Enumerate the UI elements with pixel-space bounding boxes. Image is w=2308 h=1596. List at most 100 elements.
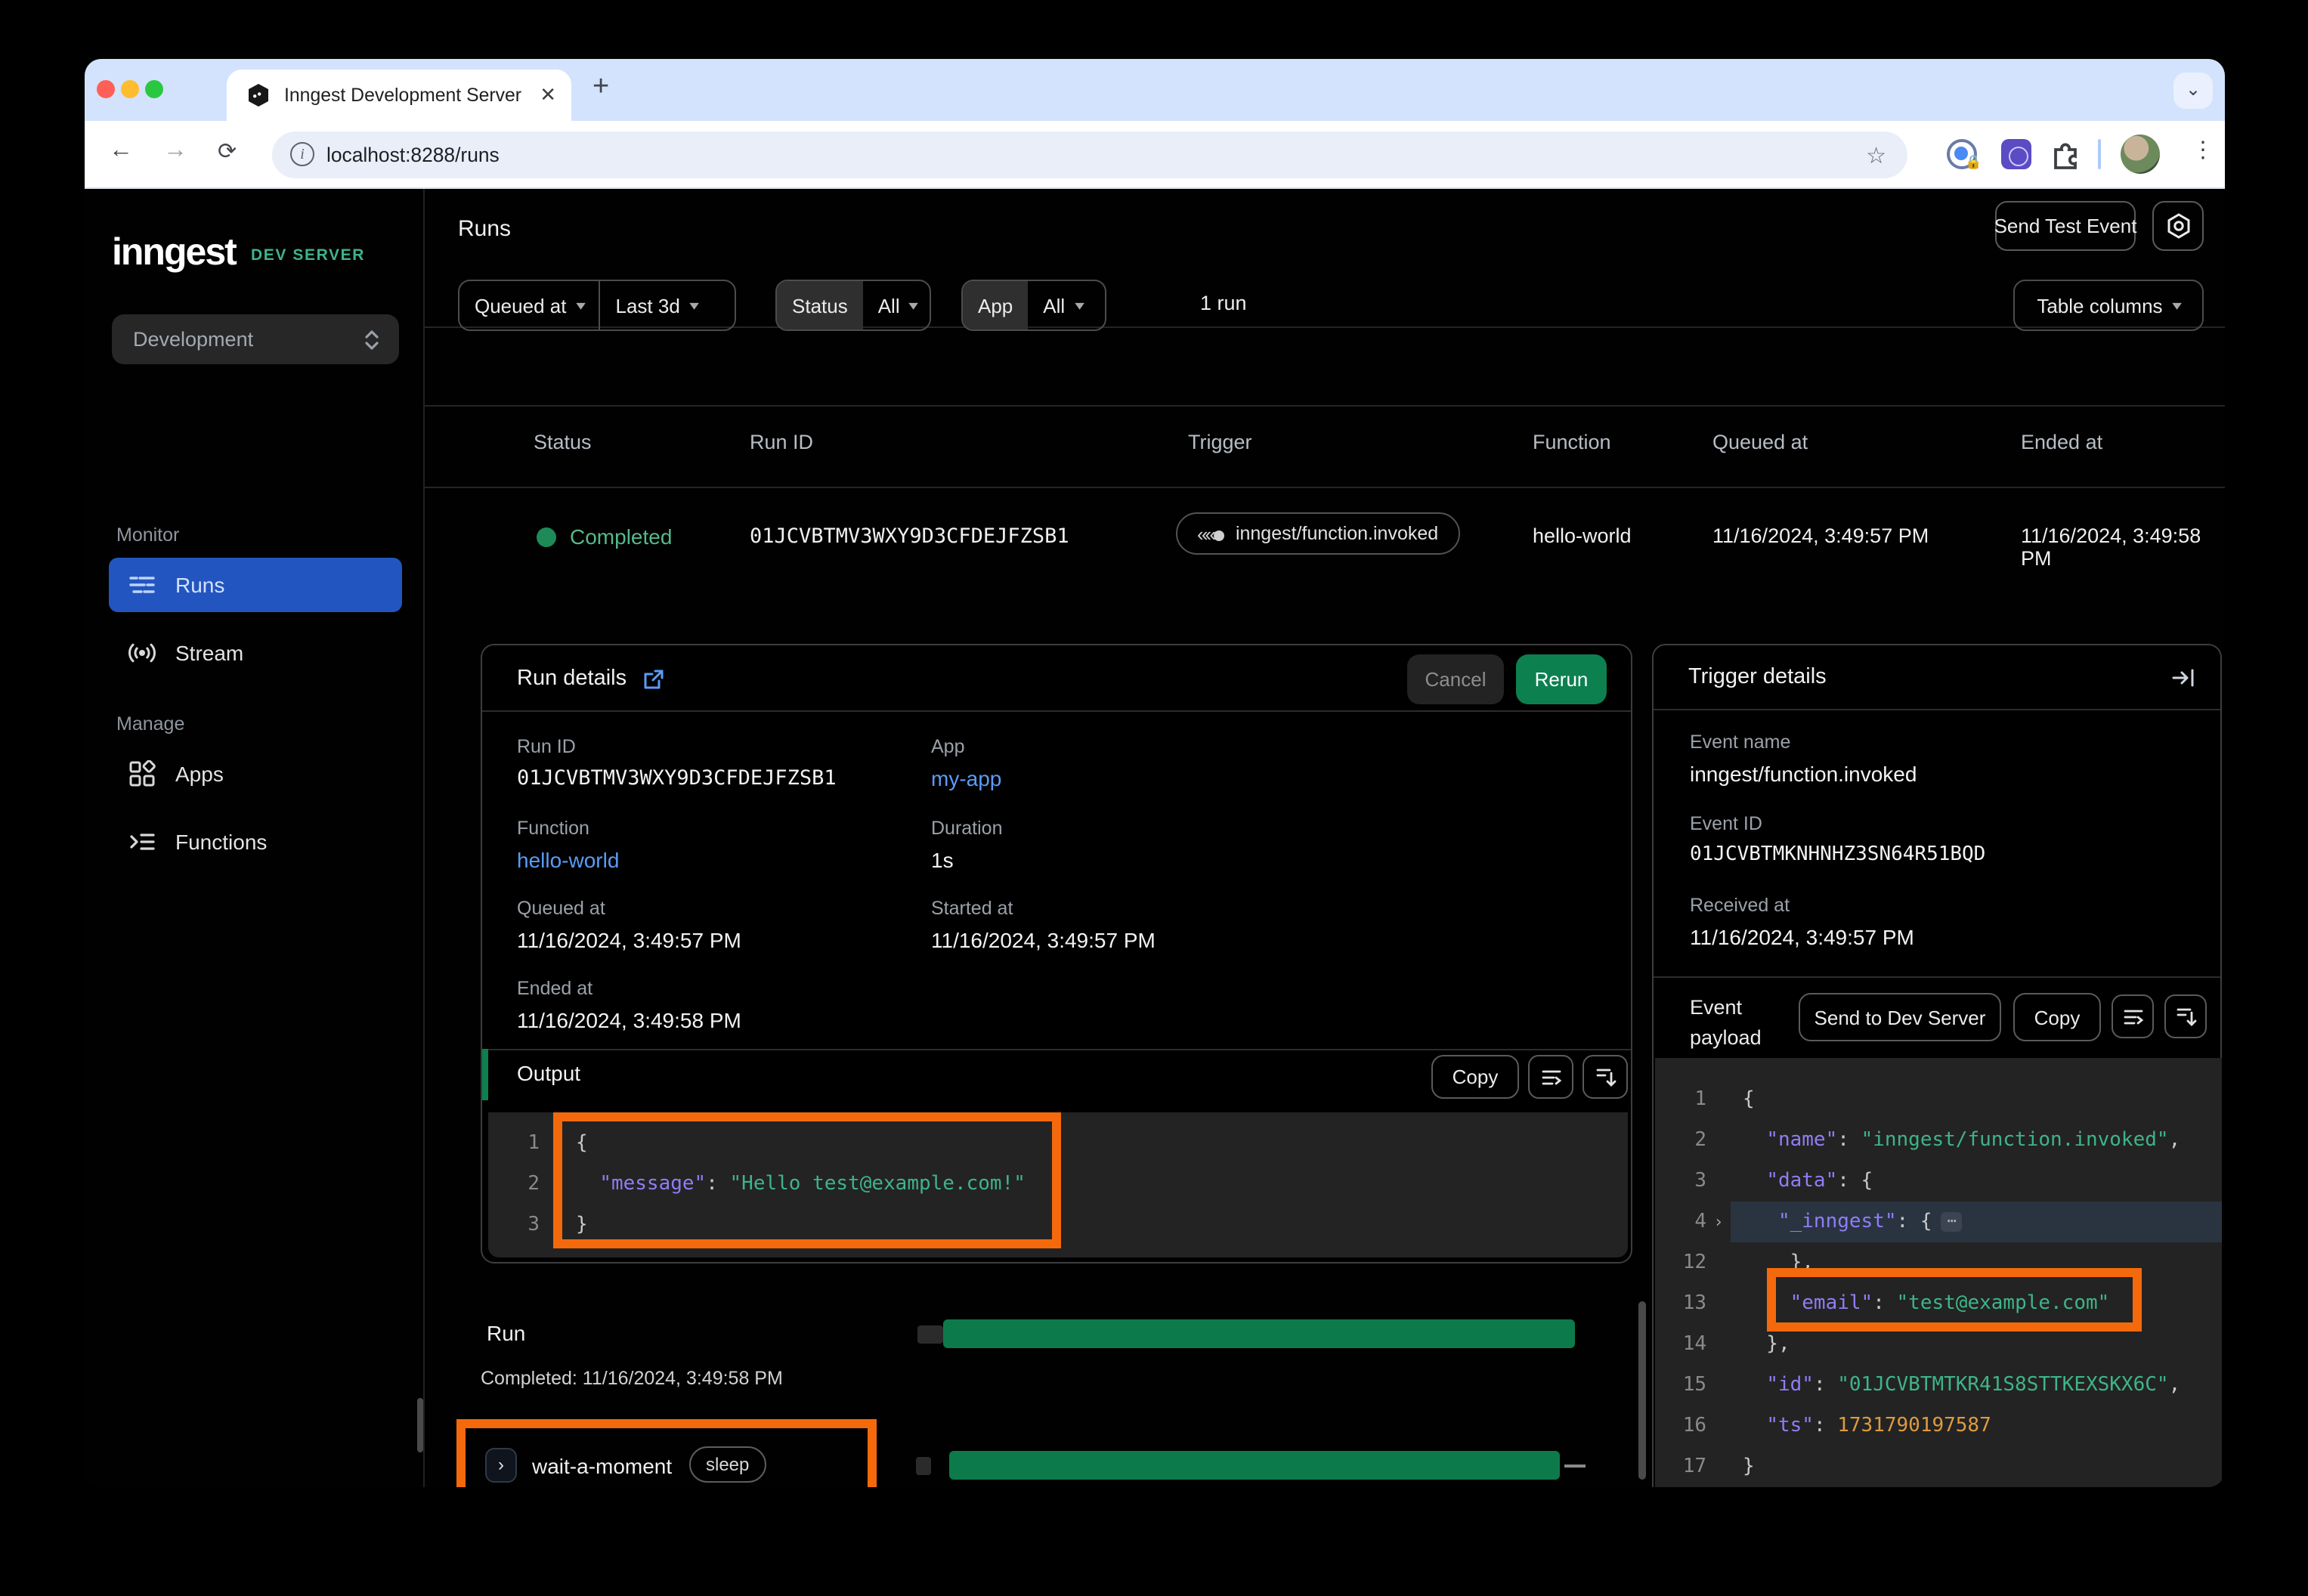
step-timeline-dash — [1564, 1465, 1586, 1468]
column-header-function[interactable]: Function — [1533, 431, 1611, 453]
back-icon[interactable]: ← — [109, 138, 133, 165]
column-header-ended-at[interactable]: Ended at — [2021, 431, 2102, 453]
tab-close-icon[interactable]: ✕ — [540, 83, 556, 107]
rerun-button[interactable]: Rerun — [1516, 654, 1607, 704]
status-filter-value[interactable]: All▾ — [863, 281, 931, 329]
field-value-function-link[interactable]: hello-world — [517, 848, 619, 872]
browser-tab[interactable]: Inngest Development Server ✕ — [227, 70, 571, 121]
line-number: 15 — [1655, 1374, 1706, 1396]
new-tab-button[interactable]: + — [592, 71, 609, 104]
sidebar-item-label: Apps — [175, 762, 224, 786]
bookmark-star-icon[interactable]: ☆ — [1866, 142, 1886, 169]
row-queued-at: 11/16/2024, 3:49:57 PM — [1712, 524, 1929, 547]
chevron-down-icon: ▾ — [1074, 297, 1084, 314]
tab-search-chevron-icon[interactable]: ⌄ — [2173, 73, 2213, 109]
reload-icon[interactable]: ⟳ — [218, 138, 237, 165]
forward-icon[interactable]: → — [163, 138, 187, 165]
code-line: 2 "name": "inngest/function.invoked", — [1655, 1120, 2222, 1161]
field-value-ended-at: 11/16/2024, 3:49:58 PM — [517, 1008, 741, 1032]
wrap-text-button[interactable] — [1528, 1055, 1573, 1099]
extension-icon[interactable] — [2001, 139, 2031, 169]
updown-chevron-icon — [363, 328, 381, 352]
line-number: 3 — [1655, 1170, 1706, 1192]
sidebar-item-runs[interactable]: Runs — [109, 558, 402, 612]
code-text: "name": "inngest/function.invoked", — [1731, 1129, 2180, 1152]
sidebar-item-label: Stream — [175, 641, 243, 665]
sidebar-item-stream[interactable]: Stream — [109, 626, 402, 680]
run-timeline-bar[interactable] — [943, 1319, 1575, 1348]
minimize-window-button[interactable] — [121, 80, 139, 98]
queued-at-filter[interactable]: Queued at▾ — [459, 281, 599, 329]
collapse-panel-icon[interactable] — [2170, 665, 2196, 691]
profile-avatar[interactable] — [2121, 135, 2160, 174]
status-value: All — [878, 294, 900, 317]
timeline-run-label[interactable]: Run — [487, 1321, 525, 1345]
time-filter-group: Queued at▾ Last 3d▾ — [458, 280, 736, 331]
table-columns-label: Table columns — [2037, 294, 2162, 317]
step-queue-segment — [916, 1457, 931, 1475]
column-header-trigger[interactable]: Trigger — [1188, 431, 1252, 453]
app-filter-group: App All▾ — [961, 280, 1106, 331]
run-queue-segment — [917, 1325, 943, 1344]
table-columns-button[interactable]: Table columns▾ — [2013, 280, 2204, 331]
trigger-details-panel: Trigger details Event name inngest/funct… — [1652, 644, 2222, 1487]
scroll-bottom-icon — [2174, 1005, 2197, 1028]
apps-icon — [128, 760, 156, 787]
column-header-run-id[interactable]: Run ID — [750, 431, 813, 453]
row-status: Completed — [570, 524, 672, 549]
page-title: Runs — [458, 216, 511, 242]
extensions-puzzle-icon[interactable] — [2050, 138, 2083, 171]
app-filter-value[interactable]: All▾ — [1028, 281, 1097, 329]
output-copy-button[interactable]: Copy — [1431, 1055, 1519, 1099]
line-number: 12 — [1655, 1251, 1706, 1274]
code-text: }, — [1731, 1333, 1790, 1356]
divider — [425, 487, 2225, 488]
browser-window: Inngest Development Server ✕ + ⌄ ← → ⟳ i… — [85, 59, 2225, 1487]
payload-scroll-bottom-button[interactable] — [2164, 994, 2207, 1038]
sidebar-item-apps[interactable]: Apps — [109, 747, 402, 801]
field-label: App — [931, 736, 965, 757]
sidebar-scrollbar[interactable] — [417, 1398, 423, 1452]
settings-button[interactable] — [2152, 201, 2204, 251]
step-timeline-bar[interactable] — [949, 1451, 1560, 1480]
column-header-queued-at[interactable]: Queued at — [1712, 431, 1808, 453]
send-to-dev-server-button[interactable]: Send to Dev Server — [1799, 993, 2001, 1041]
payload-copy-button[interactable]: Copy — [2013, 993, 2101, 1041]
time-range-filter[interactable]: Last 3d▾ — [599, 281, 713, 329]
close-window-button[interactable] — [97, 80, 115, 98]
code-line: 15 "id": "01JCVBTMTKR41S8STTKEXSKX6C", — [1655, 1365, 2222, 1406]
collapsed-ellipsis[interactable]: ⋯ — [1941, 1212, 1963, 1232]
external-link-icon[interactable] — [642, 668, 665, 691]
site-info-icon[interactable]: i — [290, 142, 314, 166]
dev-server-badge: DEV SERVER — [251, 246, 365, 264]
environment-selector[interactable]: Development — [112, 314, 399, 364]
queued-at-label: Queued at — [475, 294, 566, 317]
url-bar[interactable]: i localhost:8288/runs ☆ — [272, 131, 1907, 178]
field-value-app-link[interactable]: my-app — [931, 766, 1001, 790]
scroll-to-bottom-button[interactable] — [1582, 1055, 1628, 1099]
trigger-details-header: Trigger details — [1654, 645, 2220, 710]
code-text: "ts": 1731790197587 — [1731, 1415, 1991, 1437]
cancel-button[interactable]: Cancel — [1407, 654, 1504, 704]
run-details-title: Run details — [517, 667, 627, 691]
column-header-status[interactable]: Status — [534, 431, 592, 453]
run-count: 1 run — [1200, 292, 1247, 314]
payload-title: Event payload — [1690, 993, 1784, 1053]
divider — [1654, 976, 2220, 978]
code-text: "id": "01JCVBTMTKR41S8STTKEXSKX6C", — [1731, 1374, 2180, 1396]
app-label: App — [978, 294, 1013, 317]
field-label: Event ID — [1690, 813, 1762, 834]
browser-menu-icon[interactable]: ⋮ — [2192, 136, 2214, 163]
payload-wrap-button[interactable] — [2112, 994, 2154, 1038]
details-scrollbar[interactable] — [1638, 1301, 1646, 1480]
send-test-event-button[interactable]: Send Test Event — [1995, 201, 2136, 251]
rerun-label: Rerun — [1535, 668, 1589, 691]
trigger-details-title: Trigger details — [1688, 665, 1827, 689]
row-trigger-pill[interactable]: «« inngest/function.invoked — [1176, 512, 1459, 555]
collapse-chevron-icon[interactable]: › — [1706, 1212, 1731, 1232]
send-test-event-label: Send Test Event — [1994, 215, 2137, 237]
zoom-window-button[interactable] — [145, 80, 163, 98]
field-label: Started at — [931, 898, 1013, 919]
sidebar-item-functions[interactable]: Functions — [109, 815, 402, 869]
code-text: } — [1731, 1455, 1755, 1478]
